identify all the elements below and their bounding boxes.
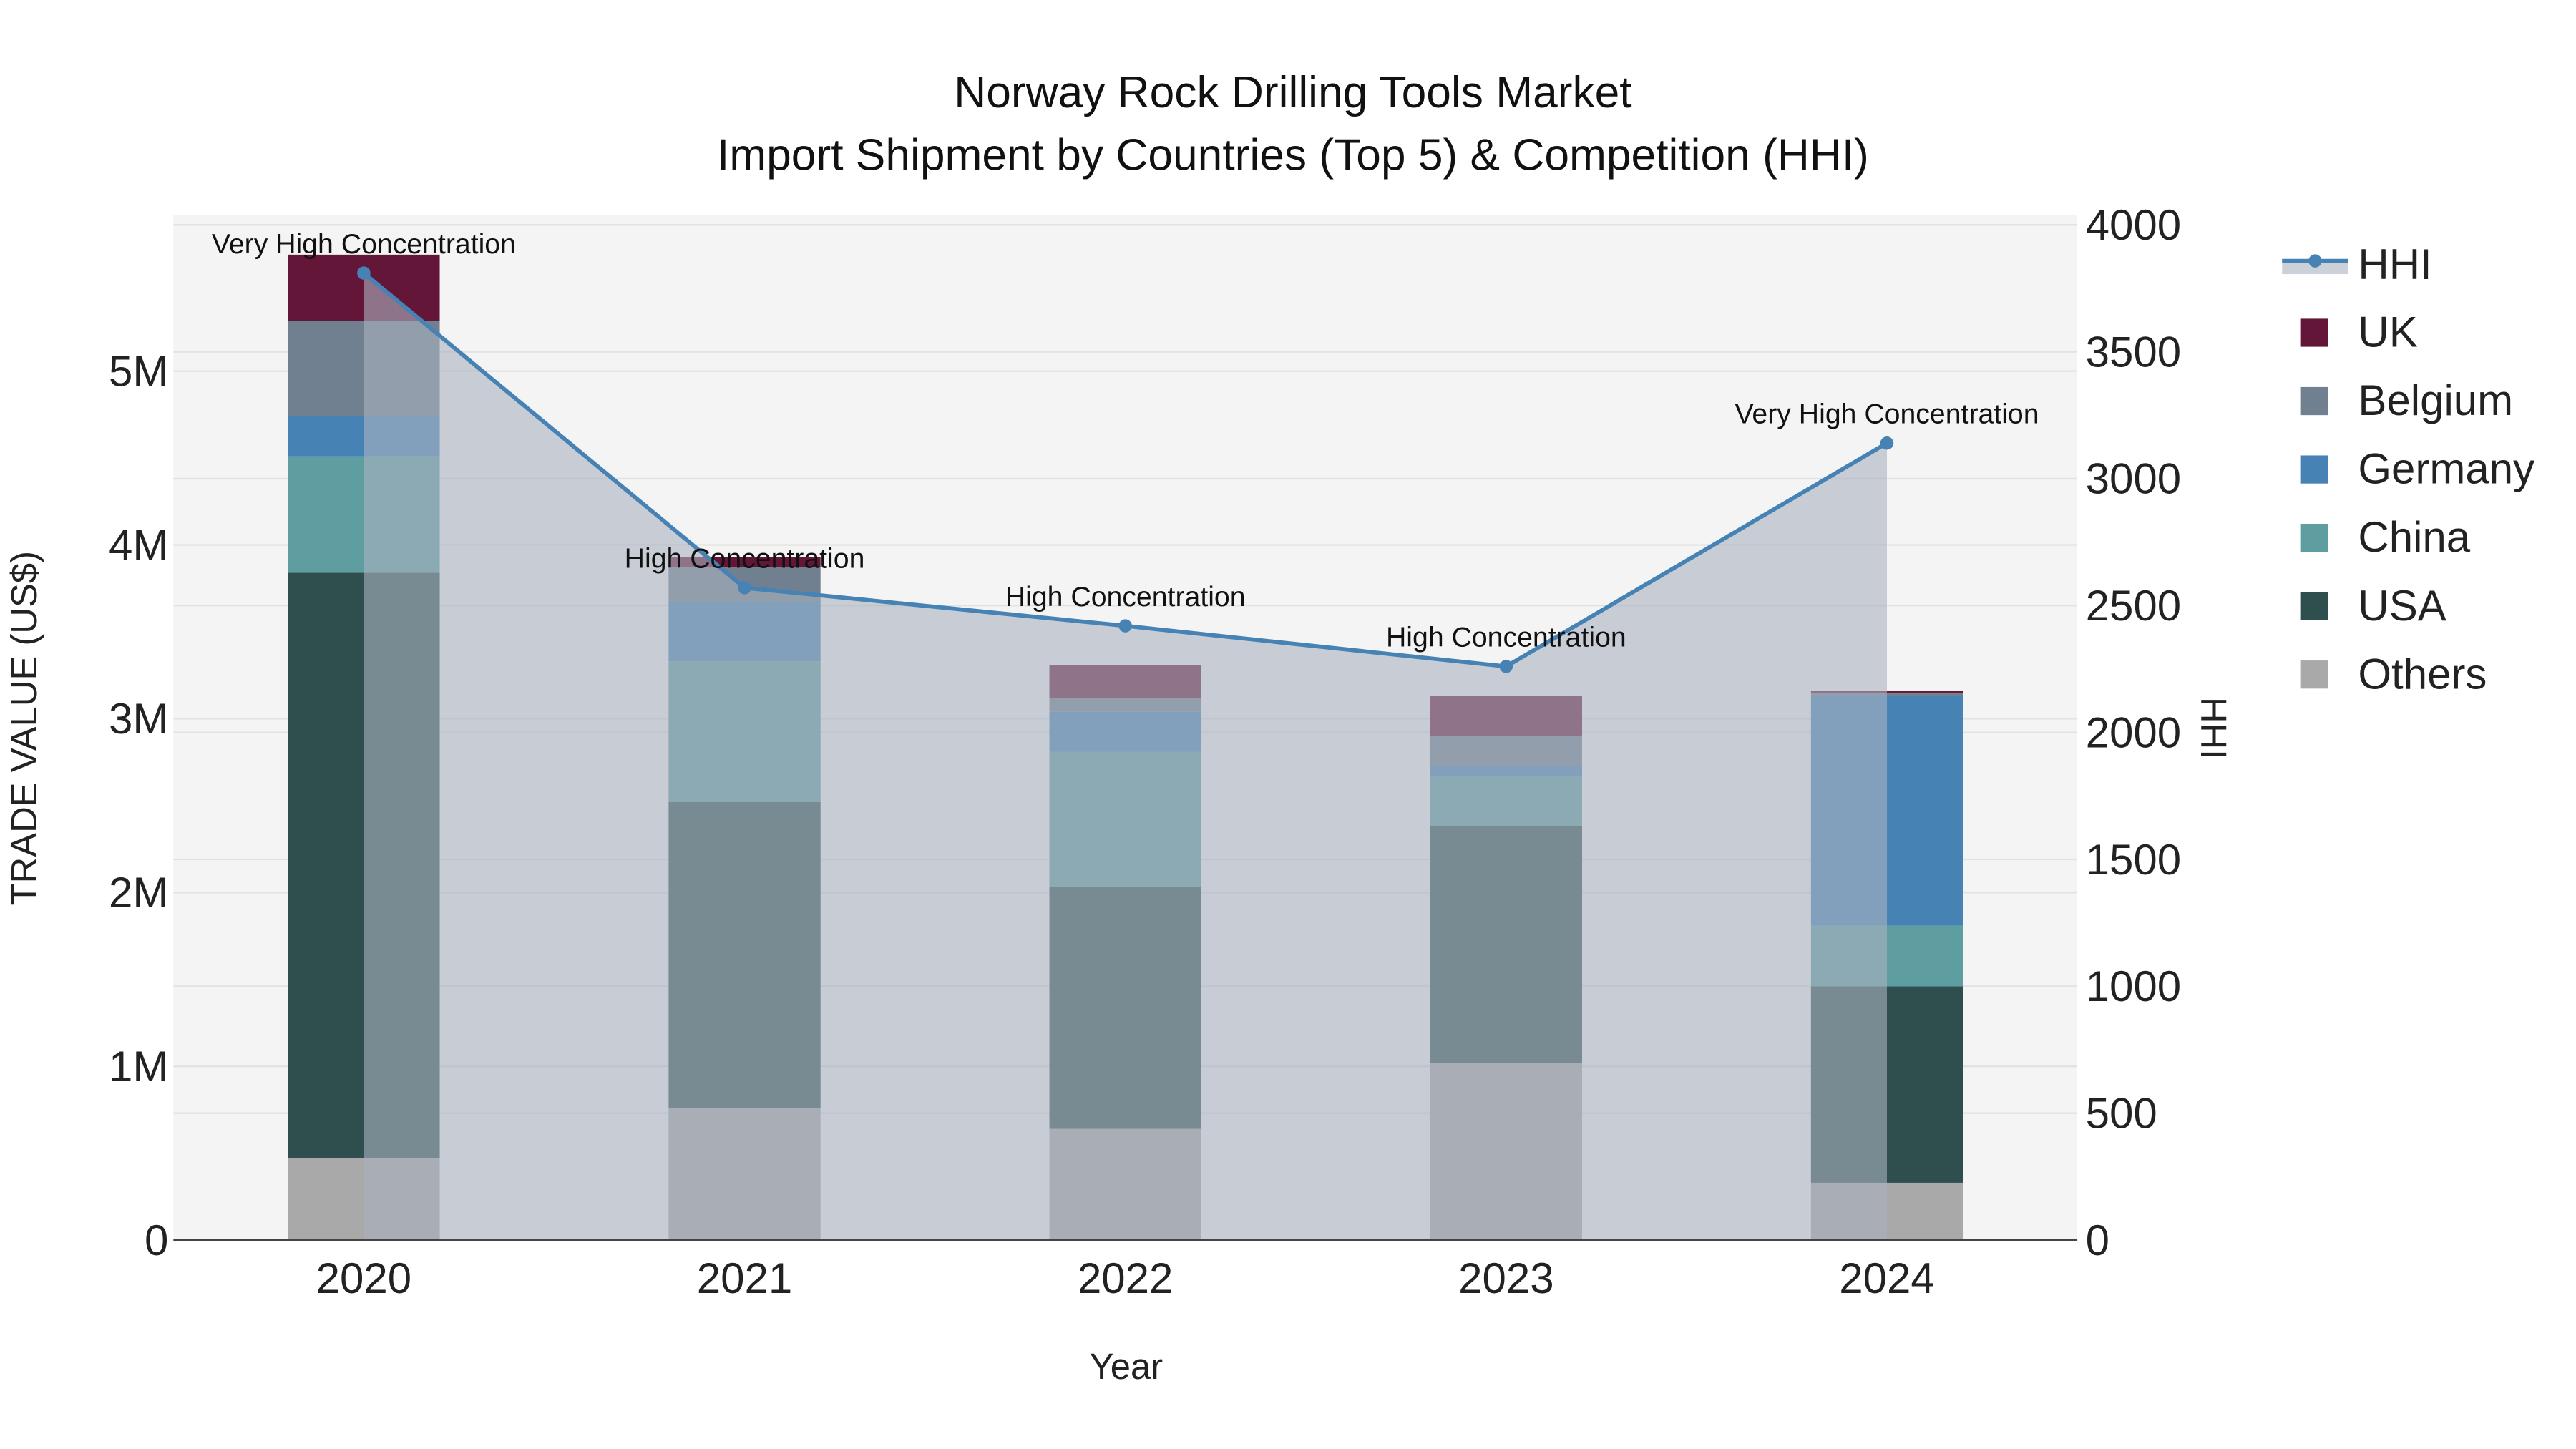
hhi-annotation: Very High Concentration	[1735, 399, 2039, 430]
hhi-point	[1499, 660, 1513, 673]
legend-item-others[interactable]: Others	[2300, 650, 2487, 698]
x-tick-label: 2020	[316, 1254, 411, 1302]
legend-label: Belgium	[2358, 376, 2513, 424]
legend-item-germany[interactable]: Germany	[2300, 445, 2535, 493]
hhi-point	[738, 581, 751, 595]
hhi-annotation: High Concentration	[1005, 581, 1246, 613]
legend-swatch	[2300, 318, 2328, 347]
hhi-annotation: High Concentration	[625, 543, 865, 575]
y-tick-label: 2M	[109, 869, 168, 917]
y2-tick-label: 4000	[2086, 201, 2181, 249]
legend-swatch	[2300, 386, 2328, 416]
y-tick-label: 5M	[109, 347, 168, 395]
x-axis-title: Year	[1090, 1346, 1163, 1387]
y2-tick-label: 1500	[2086, 836, 2181, 884]
y2-axis-title: HHI	[2193, 697, 2234, 759]
legend-item-uk[interactable]: UK	[2300, 308, 2418, 356]
y2-tick-label: 2500	[2086, 582, 2181, 630]
chart-title: Norway Rock Drilling Tools Market	[954, 68, 1631, 117]
hhi-point	[357, 266, 371, 280]
legend-label: USA	[2358, 582, 2446, 630]
x-tick-label: 2024	[1839, 1254, 1934, 1302]
legend: HHI UK Belgium Germany China USA Others	[2282, 240, 2534, 698]
legend-label: Others	[2358, 650, 2487, 698]
hhi-point	[1118, 619, 1132, 633]
y-tick-label: 1M	[109, 1043, 168, 1091]
legend-label: UK	[2358, 308, 2417, 356]
y2-tick-label: 500	[2086, 1089, 2157, 1137]
legend-item-china[interactable]: China	[2300, 513, 2471, 561]
legend-swatch	[2300, 660, 2328, 689]
legend-item-hhi[interactable]: HHI	[2282, 240, 2432, 288]
x-tick-label: 2021	[697, 1254, 792, 1302]
legend-swatch	[2300, 592, 2328, 620]
legend-label: Germany	[2358, 445, 2534, 493]
chart-subtitle: Import Shipment by Countries (Top 5) & C…	[717, 131, 1869, 180]
hhi-annotation: Very High Concentration	[212, 228, 516, 260]
y-tick-label: 3M	[109, 695, 168, 743]
y2-tick-label: 3000	[2086, 455, 2181, 503]
y2-tick-label: 2000	[2086, 708, 2181, 756]
hhi-annotation: High Concentration	[1386, 622, 1626, 653]
y2-tick-label: 1000	[2086, 962, 2181, 1010]
y-axis-title: TRADE VALUE (US$)	[4, 551, 44, 905]
legend-label: China	[2358, 513, 2470, 561]
legend-swatch	[2300, 524, 2328, 552]
y2-tick-label: 3500	[2086, 328, 2181, 376]
chart: Very High Concentration High Concentratio…	[4, 68, 2534, 1387]
legend-label: HHI	[2358, 240, 2431, 288]
legend-marker-hhi	[2308, 254, 2322, 268]
y2-tick-label: 0	[2086, 1216, 2109, 1264]
y-tick-label: 0	[145, 1216, 168, 1264]
hhi-point	[1880, 436, 1894, 450]
y-tick-label: 4M	[109, 521, 168, 569]
legend-swatch	[2300, 455, 2328, 484]
x-tick-label: 2022	[1078, 1254, 1173, 1302]
legend-item-usa[interactable]: USA	[2300, 582, 2446, 630]
legend-item-belgium[interactable]: Belgium	[2300, 376, 2514, 424]
x-tick-label: 2023	[1458, 1254, 1553, 1302]
